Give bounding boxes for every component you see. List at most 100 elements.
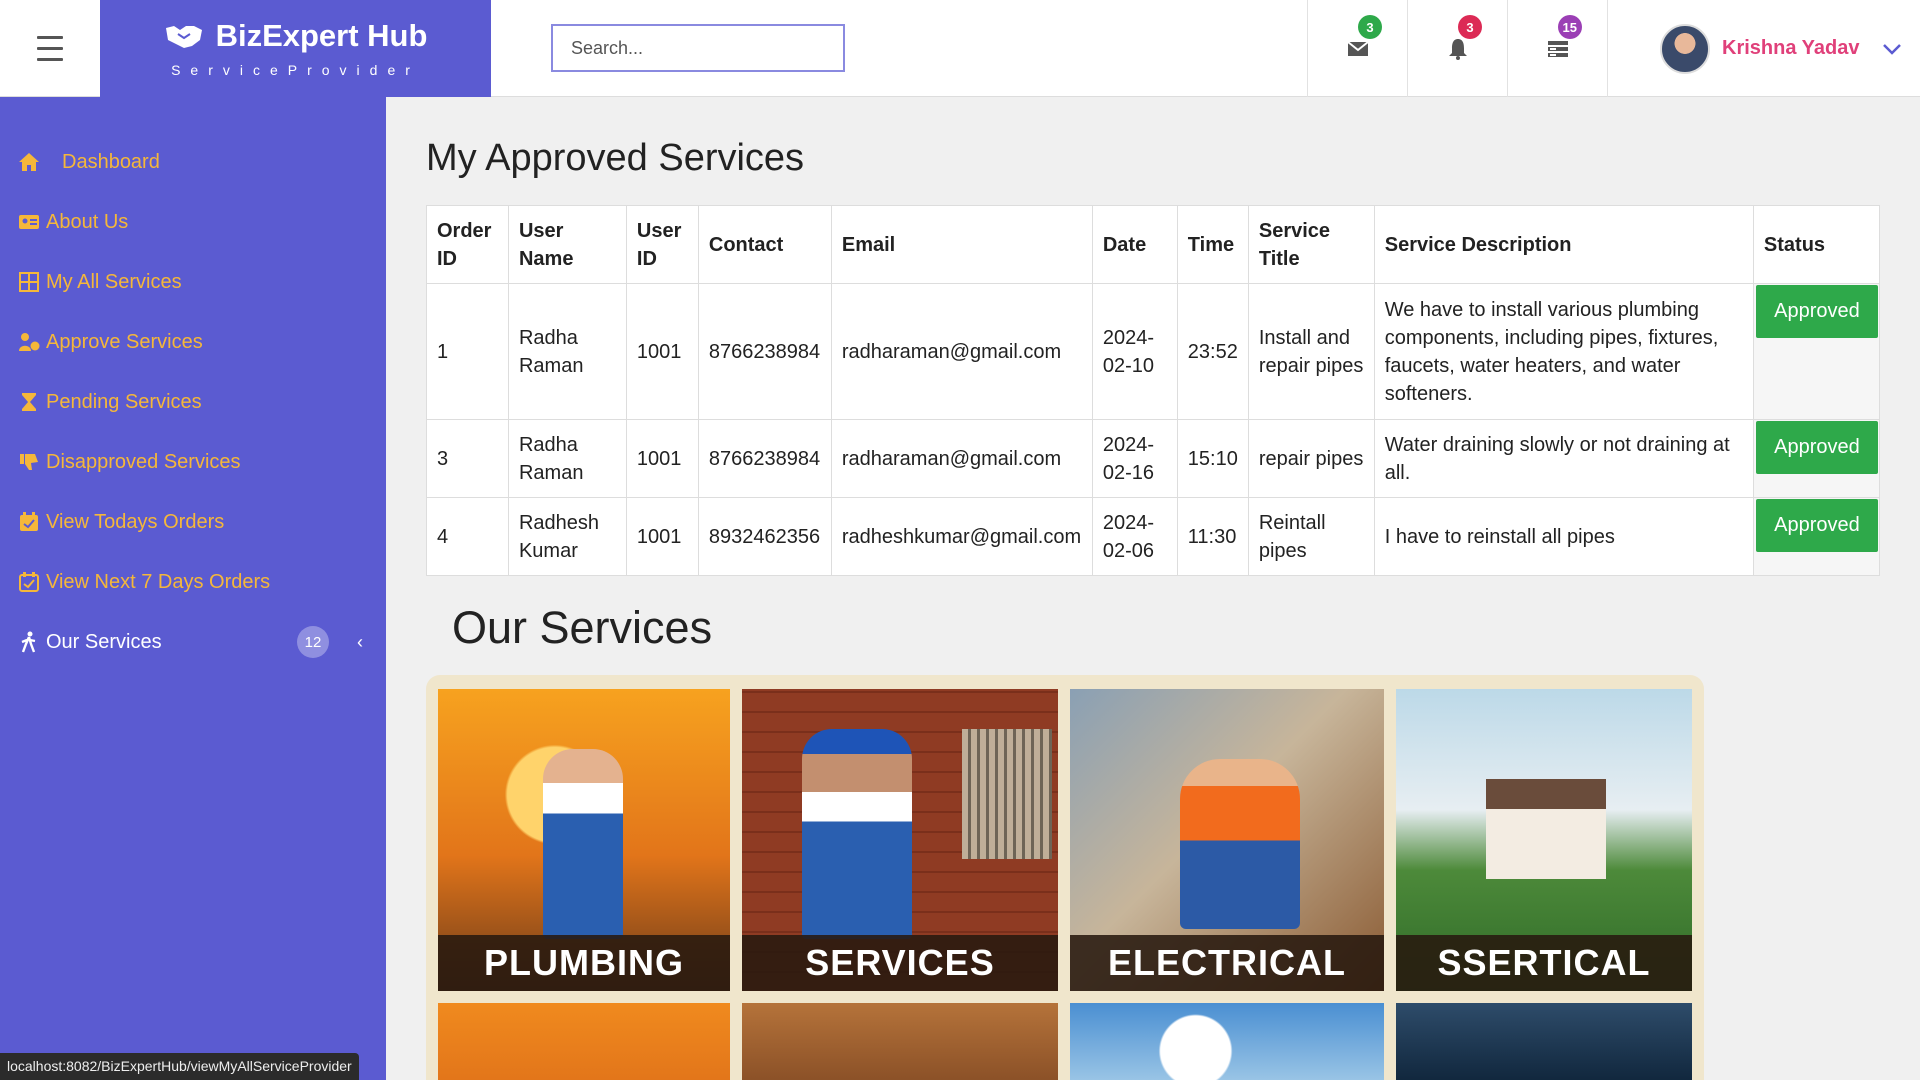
column-header: User ID: [625, 205, 699, 284]
search-input[interactable]: [551, 24, 845, 72]
user-name-cell: Radhesh Kumar: [507, 497, 627, 576]
avatar: [1660, 23, 1710, 74]
tile-label: PLUMBING: [438, 935, 730, 991]
bell-icon: [1448, 38, 1467, 60]
brand-logo[interactable]: BizExpert Hub ServiceProvider: [100, 0, 491, 97]
description-cell: We have to install various plumbing comp…: [1373, 283, 1754, 420]
column-header: User Name: [507, 205, 627, 284]
sidebar-item-pending-services[interactable]: Pending Services: [0, 372, 386, 432]
tasks-button[interactable]: 15: [1507, 0, 1607, 97]
column-header: Service Title: [1247, 205, 1375, 284]
list-icon: [1547, 40, 1568, 57]
our-services-title: Our Services: [452, 602, 713, 653]
service-tile-electrical[interactable]: ELECTRICAL: [1070, 689, 1384, 991]
sidebar-item-label: My All Services: [46, 270, 182, 293]
browser-status-url: localhost:8082/BizExpertHub/viewMyAllSer…: [0, 1053, 359, 1080]
user-check-icon: [18, 332, 40, 352]
column-header: Contact: [697, 205, 832, 284]
column-header: Date: [1091, 205, 1178, 284]
sidebar-item-view-next-7-days-orders[interactable]: View Next 7 Days Orders: [0, 552, 386, 612]
handshake-icon: [165, 26, 202, 48]
page-title: My Approved Services: [426, 137, 805, 179]
calendar-check-icon: [18, 572, 40, 592]
user-menu[interactable]: Krishna Yadav: [1607, 0, 1920, 97]
home-icon: [18, 152, 40, 172]
notifications-badge: 3: [1458, 15, 1482, 39]
service-title-cell: Install and repair pipes: [1247, 283, 1375, 420]
table-row: 3 Radha Raman 1001 8766238984 radharaman…: [426, 419, 1881, 498]
calendar-check-icon: [18, 512, 40, 532]
sidebar-item-our-services[interactable]: Our Services 12 ‹: [0, 612, 386, 672]
order-id-cell: 4: [426, 497, 509, 576]
sidebar-item-label: Approve Services: [46, 330, 203, 353]
service-tile[interactable]: [438, 1003, 730, 1080]
approved-button[interactable]: Approved: [1755, 421, 1878, 474]
description-cell: Water draining slowly or not draining at…: [1373, 419, 1754, 498]
service-tile[interactable]: [1396, 1003, 1692, 1080]
sidebar: Dashboard About Us My All Services Appro…: [0, 97, 386, 1080]
user-name: Krishna Yadav: [1722, 37, 1860, 59]
user-name-cell: Radha Raman: [507, 419, 627, 498]
email-cell: radheshkumar@gmail.com: [830, 497, 1093, 576]
column-header: Service Description: [1373, 205, 1754, 284]
status-cell: Approved: [1752, 497, 1881, 576]
brand-subtitle: ServiceProvider: [171, 62, 420, 78]
sidebar-item-about-us[interactable]: About Us: [0, 192, 386, 252]
id-card-icon: [18, 212, 40, 232]
sidebar-item-dashboard[interactable]: Dashboard: [0, 132, 386, 192]
approved-button[interactable]: Approved: [1755, 285, 1878, 338]
sidebar-item-label: Disapproved Services: [46, 450, 241, 473]
hourglass-icon: [18, 392, 40, 412]
service-title-cell: Reintall pipes: [1247, 497, 1375, 576]
column-header: Order ID: [426, 205, 509, 284]
tile-label: SSERTICAL: [1396, 935, 1692, 991]
email-cell: radharaman@gmail.com: [830, 283, 1093, 420]
sidebar-item-label: About Us: [46, 210, 129, 233]
service-tile-services[interactable]: SERVICES: [742, 689, 1058, 991]
messages-badge: 3: [1358, 15, 1382, 39]
notifications-button[interactable]: 3: [1407, 0, 1507, 97]
sidebar-item-disapproved-services[interactable]: Disapproved Services: [0, 432, 386, 492]
order-id-cell: 3: [426, 419, 509, 498]
table-row: 1 Radha Raman 1001 8766238984 radharaman…: [426, 283, 1881, 420]
sidebar-item-approve-services[interactable]: Approve Services: [0, 312, 386, 372]
column-header: Status: [1752, 205, 1881, 284]
user-name-cell: Radha Raman: [507, 283, 627, 420]
user-id-cell: 1001: [625, 419, 699, 498]
sidebar-item-label: Our Services: [46, 630, 162, 653]
sidebar-item-view-todays-orders[interactable]: View Todays Orders: [0, 492, 386, 552]
description-cell: I have to reinstall all pipes: [1373, 497, 1754, 576]
status-cell: Approved: [1752, 283, 1881, 420]
approved-services-table: Order ID User Name User ID Contact Email…: [426, 205, 1881, 576]
thumbs-down-icon: [18, 452, 40, 472]
chevron-left-icon[interactable]: ‹: [357, 632, 363, 653]
date-cell: 2024-02-10: [1091, 283, 1178, 420]
messages-button[interactable]: 3: [1307, 0, 1407, 97]
grid-icon: [18, 272, 40, 292]
service-tile-plumbing[interactable]: PLUMBING: [438, 689, 730, 991]
service-tile[interactable]: [1070, 1003, 1384, 1080]
time-cell: 11:30: [1176, 497, 1249, 576]
column-header: Time: [1176, 205, 1249, 284]
approved-button[interactable]: Approved: [1755, 499, 1878, 552]
chevron-down-icon: [1883, 43, 1902, 55]
brand-title: BizExpert Hub: [215, 18, 428, 53]
envelope-icon: [1346, 40, 1369, 56]
sidebar-item-label: View Todays Orders: [46, 510, 225, 533]
service-tile-ssertical[interactable]: SSERTICAL: [1396, 689, 1692, 991]
service-tile[interactable]: [742, 1003, 1058, 1080]
sidebar-item-label: Pending Services: [46, 390, 202, 413]
contact-cell: 8932462356: [697, 497, 832, 576]
sidebar-item-label: View Next 7 Days Orders: [46, 570, 271, 593]
date-cell: 2024-02-16: [1091, 419, 1178, 498]
walking-person-icon: [18, 631, 40, 653]
status-cell: Approved: [1752, 419, 1881, 498]
table-header-row: Order ID User Name User ID Contact Email…: [426, 205, 1881, 284]
hamburger-menu-button[interactable]: [0, 0, 100, 97]
time-cell: 23:52: [1176, 283, 1249, 420]
sidebar-item-my-all-services[interactable]: My All Services: [0, 252, 386, 312]
tile-label: SERVICES: [742, 935, 1058, 991]
services-gallery: PLUMBING SERVICES ELECTRICAL SSERTICAL: [426, 675, 1704, 1080]
tasks-badge: 15: [1557, 15, 1582, 39]
service-title-cell: repair pipes: [1247, 419, 1375, 498]
